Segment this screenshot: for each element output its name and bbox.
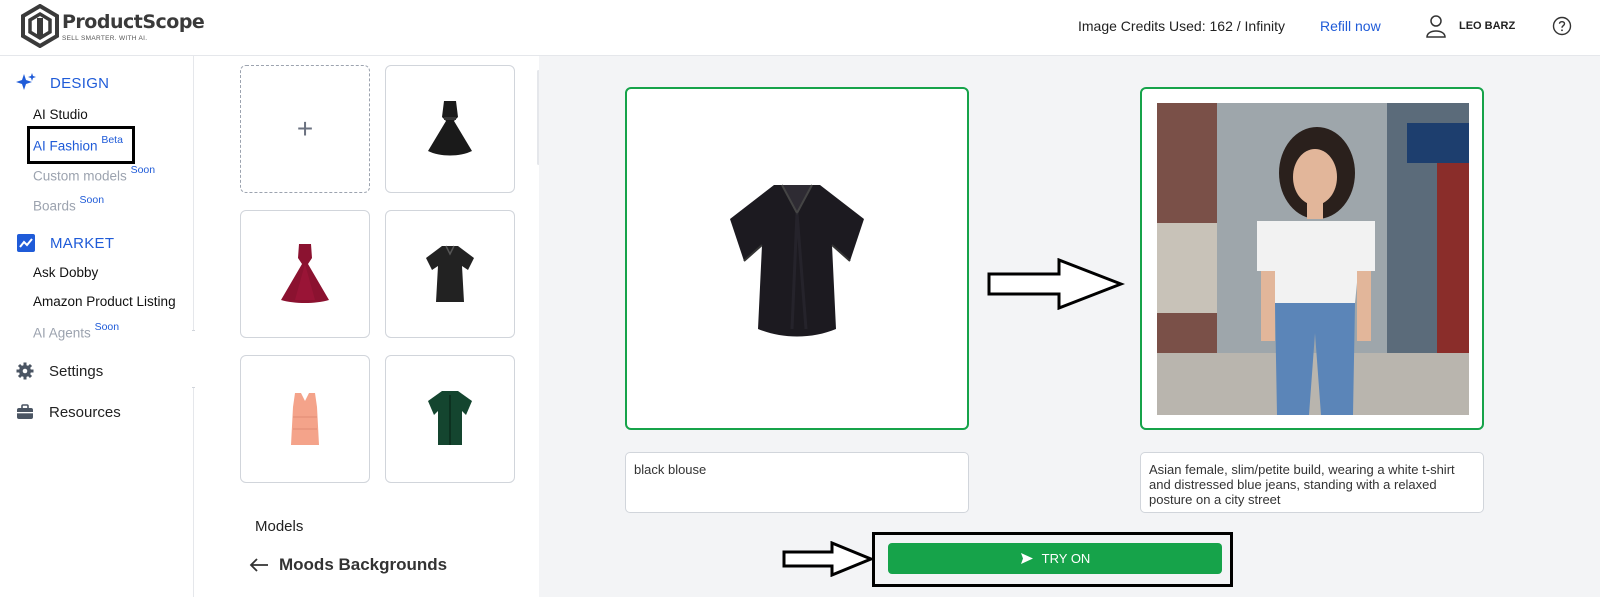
sidebar-item-ask-dobby[interactable]: Ask Dobby [33,265,98,280]
garment-tile-peach-tank-top[interactable] [240,355,370,483]
user-icon [1426,15,1446,38]
sidebar-item-label: AI Agents [33,325,91,341]
sidebar-section-market-label: MARKET [50,234,115,252]
garment-tile-black-dress[interactable] [385,65,515,193]
soon-badge: Soon [79,194,105,206]
green-shirt-image [428,391,472,445]
sidebar-section-design-label: DESIGN [50,74,110,92]
garment-tile-green-shirt[interactable] [385,355,515,483]
image-credits-text: Image Credits Used: 162 / Infinity [1078,18,1285,34]
try-on-button[interactable]: TRY ON [888,543,1222,574]
brand-name: ProductScope [62,10,205,33]
sidebar-item-resources[interactable]: Resources [16,403,121,421]
plus-icon: + [296,113,314,144]
red-gown-image [281,244,329,303]
user-name: LEO BARZ [1459,20,1516,32]
brand-logo[interactable]: ProductScope SELL SMARTER. WITH AI. [20,4,205,48]
moods-backgrounds-label: Moods Backgrounds [279,555,448,574]
garment-tile-red-gown[interactable] [240,210,370,338]
gear-icon [16,362,34,380]
garment-tile-black-blouse[interactable] [385,210,515,338]
help-icon[interactable] [1552,16,1572,36]
models-label[interactable]: Models [255,518,303,535]
sidebar-section-market[interactable]: MARKET [16,233,114,253]
sidebar-item-label: Custom models [33,168,127,184]
model-result-frame [1140,87,1484,430]
user-menu[interactable]: LEO BARZ [1425,14,1515,38]
brand-tagline: SELL SMARTER. WITH AI. [62,34,148,42]
arrow-right-icon [987,258,1125,310]
sidebar-item-label: Resources [49,403,121,421]
model-description-field[interactable]: Asian female, slim/petite build, wearing… [1140,452,1484,513]
black-blouse-thumb-image [426,245,474,302]
black-dress-image [428,101,472,156]
arrow-left-icon [249,558,268,572]
refill-now-link[interactable]: Refill now [1320,18,1381,34]
sidebar-item-amazon-product-listing[interactable]: Amazon Product Listing [33,294,176,309]
try-on-label: TRY ON [1041,551,1091,566]
sidebar-item-label: AI Fashion [33,138,98,154]
sidebar-item-label: Settings [49,362,104,380]
sidebar-item-label: Amazon Product Listing [33,294,176,309]
sidebar-item-label: AI Studio [33,107,88,122]
garment-description-field[interactable]: black blouse [625,452,969,513]
briefcase-icon [17,404,33,419]
sidebar-item-label: Boards [33,198,76,214]
beta-badge: Beta [101,134,123,146]
sidebar-item-settings[interactable]: Settings [16,362,103,380]
soon-badge: Soon [94,321,120,333]
black-blouse-preview-image [730,184,864,337]
sidebar: DESIGN AI Studio AI Fashion Beta Custom … [0,56,194,597]
soon-badge: Soon [130,164,156,176]
model-description-text: Asian female, slim/petite build, wearing… [1149,462,1455,507]
top-header: ProductScope SELL SMARTER. WITH AI. Imag… [0,0,1600,56]
send-icon [1020,553,1033,564]
sidebar-section-design[interactable]: DESIGN [16,73,109,93]
add-garment-button[interactable]: + [240,65,370,193]
garment-description-text: black blouse [634,462,707,477]
sidebar-item-custom-models[interactable]: Custom models Soon [33,164,156,184]
trending-chart-icon [17,234,35,252]
garment-preview-frame [625,87,969,430]
arrow-right-icon [782,541,874,577]
productscope-logo-icon [21,4,59,48]
peach-tank-top-image [291,393,319,445]
sidebar-item-label: Ask Dobby [33,265,99,280]
model-photo-image [1157,103,1469,415]
sidebar-item-ai-studio[interactable]: AI Studio [33,107,88,122]
sidebar-item-ai-fashion[interactable]: AI Fashion Beta [33,134,123,154]
sparkle-icon [16,73,36,90]
sidebar-item-boards[interactable]: Boards Soon [33,194,105,214]
moods-backgrounds-nav[interactable]: Moods Backgrounds [249,555,447,575]
sidebar-item-ai-agents[interactable]: AI Agents Soon [33,321,120,341]
